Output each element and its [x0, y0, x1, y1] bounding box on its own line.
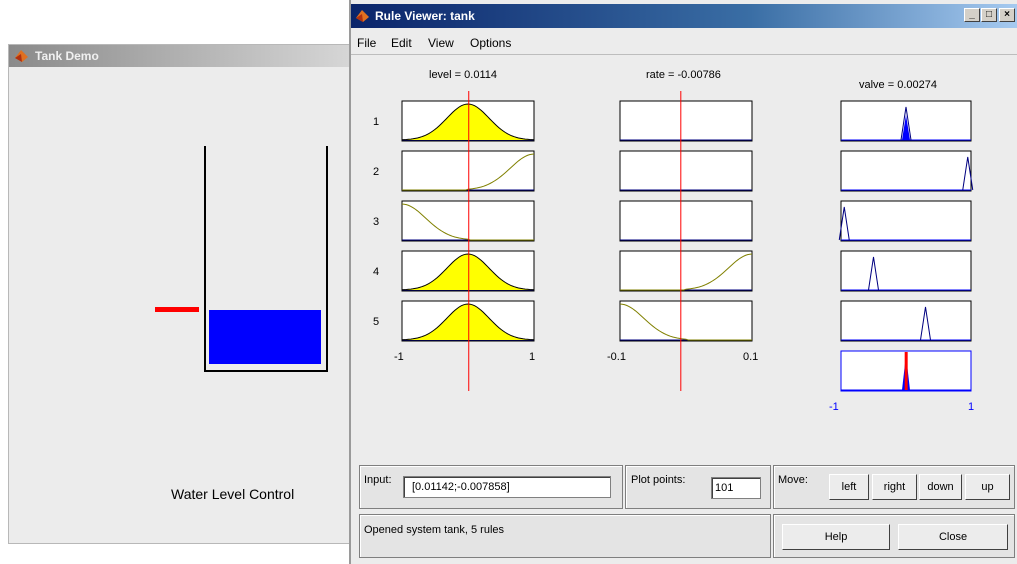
- tank-demo-titlebar[interactable]: Tank Demo: [9, 45, 349, 67]
- rule-output-box: [840, 300, 972, 342]
- setpoint-marker[interactable]: [155, 307, 199, 312]
- maximize-icon[interactable]: □: [981, 8, 997, 22]
- input-label: Input:: [364, 474, 392, 486]
- rule-plot-area: level = 0.0114 rate = -0.00786 valve = 0…: [351, 55, 1017, 455]
- matlab-icon: [356, 10, 369, 22]
- move-down-button[interactable]: down: [919, 474, 962, 500]
- rate-tick-min: -0.1: [607, 351, 626, 363]
- rule-output-box: [840, 200, 972, 242]
- rule-viewer-titlebar[interactable]: Rule Viewer: tank _ □ ×: [351, 4, 1017, 28]
- tank-demo-window: Tank Demo Water Level Control: [8, 44, 350, 544]
- rate-tick-max: 0.1: [743, 351, 759, 363]
- level-tick-max: 1: [529, 351, 536, 363]
- tank-bottom: [204, 370, 328, 372]
- move-left-button[interactable]: left: [829, 474, 869, 500]
- valve-tick-max: 1: [968, 401, 975, 413]
- plot-points-label: Plot points:: [631, 474, 686, 486]
- rule-mf-box: [619, 200, 753, 242]
- close-button[interactable]: Close: [898, 524, 1008, 550]
- close-icon[interactable]: ×: [999, 8, 1015, 22]
- rule-mf-box: [619, 150, 753, 192]
- move-panel: Move: left right down up: [773, 465, 1015, 509]
- help-button[interactable]: Help: [782, 524, 890, 550]
- matlab-icon: [15, 50, 28, 62]
- input-panel: Input: [0.01142;-0.007858]: [359, 465, 623, 509]
- rule-output-box: [840, 150, 972, 192]
- help-close-panel: Help Close: [773, 514, 1015, 558]
- rule-output-box: [840, 250, 972, 292]
- tank-water: [209, 310, 321, 364]
- valve-tick-min: -1: [829, 401, 839, 413]
- menu-view[interactable]: View: [428, 36, 454, 50]
- minimize-icon[interactable]: _: [964, 8, 980, 22]
- menu-options[interactable]: Options: [470, 36, 511, 50]
- status-panel: Opened system tank, 5 rules: [359, 514, 771, 558]
- tank-left-wall: [204, 146, 206, 372]
- menu-file[interactable]: File: [357, 36, 376, 50]
- rule-mf-box: [619, 100, 753, 142]
- level-tick-min: -1: [394, 351, 404, 363]
- menu-edit[interactable]: Edit: [391, 36, 412, 50]
- plot-points-panel: Plot points: 101: [625, 465, 771, 509]
- move-label: Move:: [778, 474, 808, 486]
- menu-bar: File Edit View Options: [351, 30, 1017, 55]
- input-field[interactable]: [0.01142;-0.007858]: [403, 476, 611, 498]
- move-up-button[interactable]: up: [965, 474, 1010, 500]
- rule-viewer-window: Rule Viewer: tank _ □ × File Edit View O…: [349, 0, 1017, 564]
- rule-mf-box: [619, 300, 753, 342]
- move-right-button[interactable]: right: [872, 474, 917, 500]
- status-text: Opened system tank, 5 rules: [364, 524, 505, 536]
- rule-mf-box: [619, 250, 753, 292]
- rule-plots: [401, 91, 974, 392]
- rule-mf-box: [401, 200, 535, 242]
- plot-points-field[interactable]: 101: [711, 477, 761, 499]
- rule-mf-box: [401, 150, 535, 192]
- tank-demo-title: Tank Demo: [35, 49, 99, 63]
- rule-viewer-title: Rule Viewer: tank: [375, 9, 475, 23]
- tank-demo-label: Water Level Control: [171, 486, 295, 502]
- tank-right-wall: [326, 146, 328, 372]
